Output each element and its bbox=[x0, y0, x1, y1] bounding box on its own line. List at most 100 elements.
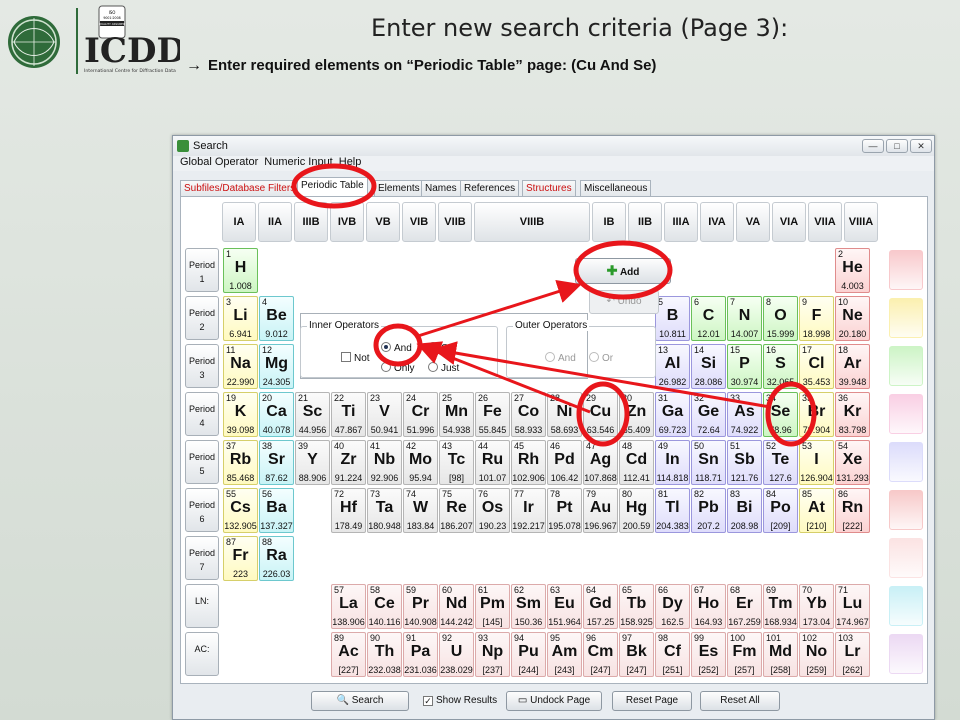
tab-names[interactable]: Names bbox=[421, 180, 461, 196]
element-xe[interactable]: 54 Xe 131.293 bbox=[835, 440, 870, 485]
period-button-8[interactable]: LN: bbox=[185, 584, 219, 628]
element-n[interactable]: 7 N 14.007 bbox=[727, 296, 762, 341]
group-header-viib[interactable]: VIIB bbox=[438, 202, 472, 242]
menu-help[interactable]: Help bbox=[339, 156, 362, 168]
element-eu[interactable]: 63 Eu 151.964 bbox=[547, 584, 582, 629]
element-na[interactable]: 11 Na 22.990 bbox=[223, 344, 258, 389]
element-sn[interactable]: 50 Sn 118.71 bbox=[691, 440, 726, 485]
element-tm[interactable]: 69 Tm 168.934 bbox=[763, 584, 798, 629]
tab-structures[interactable]: Structures bbox=[522, 180, 576, 196]
group-header-ib[interactable]: IB bbox=[592, 202, 626, 242]
menu-global-operator[interactable]: Global Operator bbox=[180, 156, 258, 168]
element-ne[interactable]: 10 Ne 20.180 bbox=[835, 296, 870, 341]
element-ar[interactable]: 18 Ar 39.948 bbox=[835, 344, 870, 389]
element-cl[interactable]: 17 Cl 35.453 bbox=[799, 344, 834, 389]
element-re[interactable]: 75 Re 186.207 bbox=[439, 488, 474, 533]
period-button-9[interactable]: AC: bbox=[185, 632, 219, 676]
close-button[interactable]: ✕ bbox=[910, 139, 932, 153]
element-ge[interactable]: 32 Ge 72.64 bbox=[691, 392, 726, 437]
tab-miscellaneous[interactable]: Miscellaneous bbox=[580, 180, 652, 196]
element-md[interactable]: 101 Md [258] bbox=[763, 632, 798, 677]
category-bar-8[interactable] bbox=[889, 586, 923, 626]
element-i[interactable]: 53 I 126.904 bbox=[799, 440, 834, 485]
category-bar-3[interactable] bbox=[889, 346, 923, 386]
element-sm[interactable]: 62 Sm 150.36 bbox=[511, 584, 546, 629]
element-u[interactable]: 92 U 238.029 bbox=[439, 632, 474, 677]
element-cr[interactable]: 24 Cr 51.996 bbox=[403, 392, 438, 437]
element-mo[interactable]: 42 Mo 95.94 bbox=[403, 440, 438, 485]
period-button-4[interactable]: Period 4 bbox=[185, 392, 219, 436]
element-mn[interactable]: 25 Mn 54.938 bbox=[439, 392, 474, 437]
element-ba[interactable]: 56 Ba 137.327 bbox=[259, 488, 294, 533]
group-header-ivb[interactable]: IVB bbox=[330, 202, 364, 242]
just-radio[interactable]: Just bbox=[428, 362, 459, 374]
tab-periodic-table[interactable]: Periodic Table bbox=[297, 177, 368, 196]
not-checkbox[interactable]: Not bbox=[341, 352, 370, 364]
or-radio[interactable]: Or bbox=[428, 342, 452, 354]
group-header-iib[interactable]: IIB bbox=[628, 202, 662, 242]
reset-all-button[interactable]: Reset All bbox=[700, 691, 780, 711]
element-pb[interactable]: 82 Pb 207.2 bbox=[691, 488, 726, 533]
element-pd[interactable]: 46 Pd 106.42 bbox=[547, 440, 582, 485]
element-np[interactable]: 93 Np [237] bbox=[475, 632, 510, 677]
tab-elements[interactable]: Elements bbox=[374, 180, 424, 196]
element-er[interactable]: 68 Er 167.259 bbox=[727, 584, 762, 629]
element-am[interactable]: 95 Am [243] bbox=[547, 632, 582, 677]
group-header-vb[interactable]: VB bbox=[366, 202, 400, 242]
element-y[interactable]: 39 Y 88.906 bbox=[295, 440, 330, 485]
category-bar-1[interactable] bbox=[889, 250, 923, 290]
element-dy[interactable]: 66 Dy 162.5 bbox=[655, 584, 690, 629]
group-header-iiia[interactable]: IIIA bbox=[664, 202, 698, 242]
element-br[interactable]: 35 Br 79.904 bbox=[799, 392, 834, 437]
element-cf[interactable]: 98 Cf [251] bbox=[655, 632, 690, 677]
element-cu[interactable]: 29 Cu 63.546 bbox=[583, 392, 618, 437]
group-header-va[interactable]: VA bbox=[736, 202, 770, 242]
search-button[interactable]: 🔍 Search bbox=[311, 691, 409, 711]
tab-subfiles[interactable]: Subfiles/Database Filters bbox=[180, 180, 300, 196]
category-bar-2[interactable] bbox=[889, 298, 923, 338]
element-he[interactable]: 2 He 4.003 bbox=[835, 248, 870, 293]
maximize-button[interactable]: □ bbox=[886, 139, 908, 153]
element-b[interactable]: 5 B 10.811 bbox=[655, 296, 690, 341]
group-header-iva[interactable]: IVA bbox=[700, 202, 734, 242]
element-ga[interactable]: 31 Ga 69.723 bbox=[655, 392, 690, 437]
element-gd[interactable]: 64 Gd 157.25 bbox=[583, 584, 618, 629]
element-zn[interactable]: 30 Zn 65.409 bbox=[619, 392, 654, 437]
element-cd[interactable]: 48 Cd 112.41 bbox=[619, 440, 654, 485]
element-sb[interactable]: 51 Sb 121.76 bbox=[727, 440, 762, 485]
element-al[interactable]: 13 Al 26.982 bbox=[655, 344, 690, 389]
element-s[interactable]: 16 S 32.065 bbox=[763, 344, 798, 389]
element-fe[interactable]: 26 Fe 55.845 bbox=[475, 392, 510, 437]
element-te[interactable]: 52 Te 127.6 bbox=[763, 440, 798, 485]
group-header-viia[interactable]: VIIA bbox=[808, 202, 842, 242]
element-pr[interactable]: 59 Pr 140.908 bbox=[403, 584, 438, 629]
element-yb[interactable]: 70 Yb 173.04 bbox=[799, 584, 834, 629]
element-ru[interactable]: 44 Ru 101.07 bbox=[475, 440, 510, 485]
group-header-iia[interactable]: IIA bbox=[258, 202, 292, 242]
category-bar-6[interactable] bbox=[889, 490, 923, 530]
menu-numeric-input[interactable]: Numeric Input bbox=[264, 156, 332, 168]
element-ti[interactable]: 22 Ti 47.867 bbox=[331, 392, 366, 437]
element-ni[interactable]: 28 Ni 58.693 bbox=[547, 392, 582, 437]
element-ho[interactable]: 67 Ho 164.93 bbox=[691, 584, 726, 629]
element-lr[interactable]: 103 Lr [262] bbox=[835, 632, 870, 677]
tab-references[interactable]: References bbox=[460, 180, 520, 196]
period-button-1[interactable]: Period 1 bbox=[185, 248, 219, 292]
element-se[interactable]: 34 Se 78.96 bbox=[763, 392, 798, 437]
element-sr[interactable]: 38 Sr 87.62 bbox=[259, 440, 294, 485]
group-header-viiia[interactable]: VIIIA bbox=[844, 202, 878, 242]
element-nb[interactable]: 41 Nb 92.906 bbox=[367, 440, 402, 485]
element-tc[interactable]: 43 Tc [98] bbox=[439, 440, 474, 485]
element-pm[interactable]: 61 Pm [145] bbox=[475, 584, 510, 629]
period-button-6[interactable]: Period 6 bbox=[185, 488, 219, 532]
element-fr[interactable]: 87 Fr 223 bbox=[223, 536, 258, 581]
category-bar-4[interactable] bbox=[889, 394, 923, 434]
group-header-viiib[interactable]: VIIIB bbox=[474, 202, 590, 242]
undo-button[interactable]: ↶ Undo bbox=[589, 290, 659, 314]
period-button-7[interactable]: Period 7 bbox=[185, 536, 219, 580]
element-li[interactable]: 3 Li 6.941 bbox=[223, 296, 258, 341]
element-pa[interactable]: 91 Pa 231.036 bbox=[403, 632, 438, 677]
show-results-checkbox[interactable]: ✓ Show Results bbox=[423, 695, 497, 706]
element-fm[interactable]: 100 Fm [257] bbox=[727, 632, 762, 677]
element-as[interactable]: 33 As 74.922 bbox=[727, 392, 762, 437]
